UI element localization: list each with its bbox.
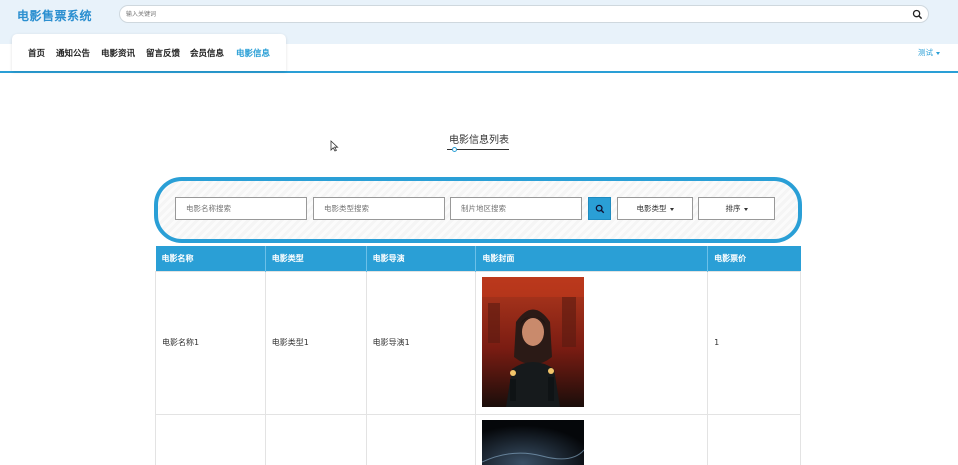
nav-item-news[interactable]: 电影资讯 [101,47,135,59]
search-icon [595,204,605,214]
table-row[interactable] [155,413,801,465]
global-search [119,5,929,23]
movie-director-cell: 电影导演1 [365,270,477,415]
column-header: 电影名称 [155,246,266,271]
nav-item-feedback[interactable]: 留言反馈 [146,47,180,59]
movie-type-dropdown[interactable]: 电影类型 [617,197,693,220]
caret-down-icon [669,207,674,211]
movie-cover-cell [475,270,709,415]
column-header: 电影封面 [475,246,709,271]
mouse-cursor-icon [330,140,339,152]
movie-type-search-input[interactable] [313,197,445,220]
search-icon[interactable] [912,9,923,20]
main-nav-bar [0,34,958,73]
title-underline-dot [452,147,457,152]
nav-item-home[interactable]: 首页 [28,47,45,59]
nav-item-notices[interactable]: 通知公告 [56,47,90,59]
caret-down-icon [743,207,748,211]
brand-title[interactable]: 电影售票系统 [17,7,92,24]
caret-down-icon [936,51,940,55]
movie-poster-image[interactable] [482,419,585,465]
movie-price-cell [707,413,801,465]
movie-cover-cell [475,413,709,465]
movie-name-cell: 电影名称1 [155,270,266,415]
movie-name-search-input[interactable] [175,197,307,220]
movie-price-cell: 1 [707,270,801,415]
page-title: 电影信息列表 [449,135,509,146]
table-row[interactable]: 电影名称1 电影类型1 电影导演1 1 [155,270,801,415]
column-header: 电影类型 [265,246,367,271]
column-header: 电影票价 [707,246,801,271]
movie-type-dropdown-label: 电影类型 [636,204,667,213]
region-search-input[interactable] [450,197,582,220]
user-name: 测试 [918,48,933,57]
movie-poster-image[interactable] [482,276,585,407]
column-header: 电影导演 [366,246,477,271]
movie-type-cell: 电影类型1 [264,270,367,415]
movie-name-cell [155,413,266,465]
user-menu[interactable]: 测试 [918,47,940,58]
filter-search-button[interactable] [588,197,611,220]
nav-item-movies[interactable]: 电影信息 [236,47,270,59]
movie-table: 电影名称 电影类型 电影导演 电影封面 电影票价 电影名称1 电影类型1 电影导… [155,246,801,465]
movie-director-cell [365,413,477,465]
movie-type-cell [264,413,367,465]
nav-item-members[interactable]: 会员信息 [190,47,224,59]
global-search-input[interactable] [126,8,896,20]
table-header-row: 电影名称 电影类型 电影导演 电影封面 电影票价 [155,246,801,271]
sort-dropdown-label: 排序 [725,204,741,213]
sort-dropdown[interactable]: 排序 [698,197,775,220]
